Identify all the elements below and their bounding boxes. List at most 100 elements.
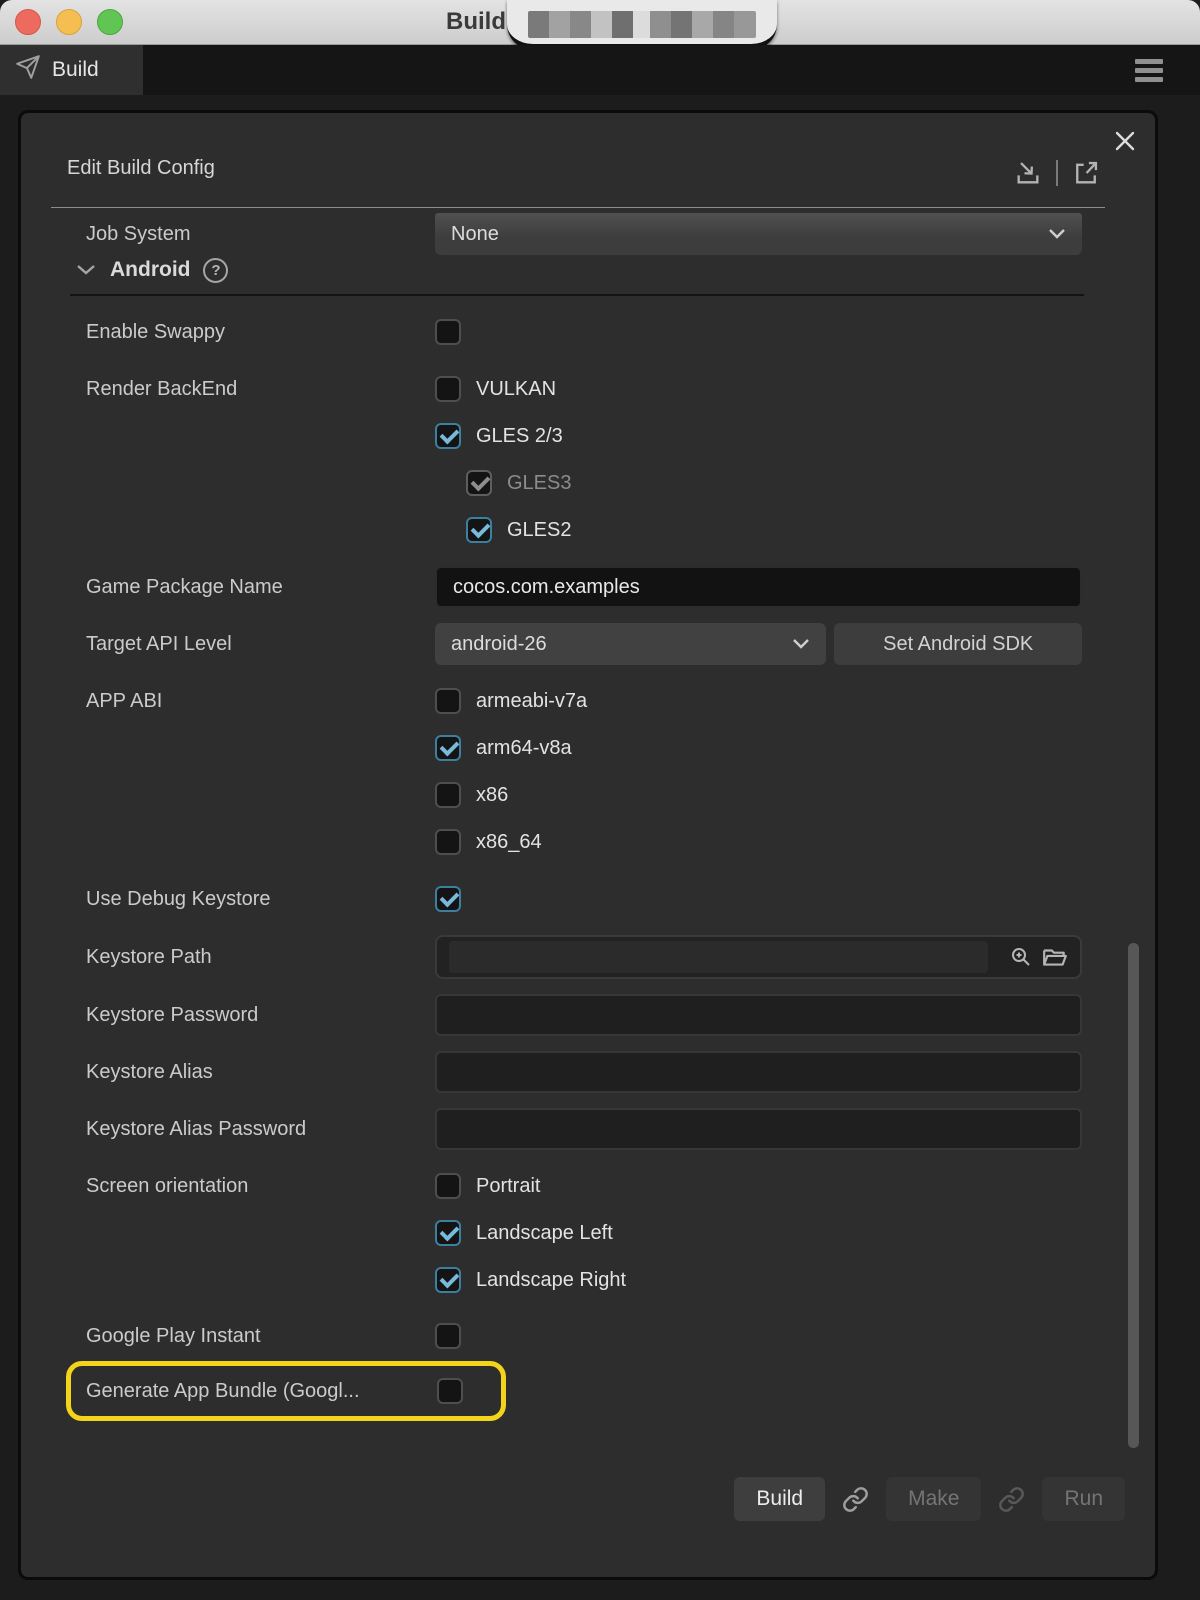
- scrollbar-thumb[interactable]: [1128, 943, 1139, 1448]
- keystore-alias-label: Keystore Alias: [86, 1061, 435, 1084]
- set-android-sdk-button[interactable]: Set Android SDK: [834, 623, 1082, 665]
- panel-tabbar: Build: [0, 45, 1200, 95]
- search-icon[interactable]: [1009, 945, 1033, 969]
- window-title: Build: [446, 8, 506, 36]
- tab-build[interactable]: Build: [0, 45, 143, 95]
- option-landscape-left: Landscape Left: [435, 1220, 613, 1246]
- job-system-value: None: [451, 223, 499, 246]
- checkbox-x86[interactable]: [435, 782, 461, 808]
- keystore-alias-input[interactable]: [435, 1051, 1082, 1093]
- keystore-password-label: Keystore Password: [86, 1004, 435, 1027]
- dialog-content: Job System None Android ? Enabl: [21, 208, 1155, 1421]
- option-x86: x86: [435, 782, 508, 808]
- checkbox-use-debug-keystore[interactable]: [435, 886, 461, 912]
- row-screen-orientation: Screen orientation Portrait Landscape Le…: [86, 1173, 1100, 1293]
- android-section-divider: [70, 294, 1084, 296]
- option-armeabi-v7a: armeabi-v7a: [435, 688, 587, 714]
- game-package-name-input[interactable]: [435, 566, 1082, 608]
- row-keystore-password: Keystore Password: [86, 994, 1100, 1036]
- folder-icon[interactable]: [1042, 945, 1068, 969]
- header-separator: [1056, 160, 1058, 186]
- checkbox-gles23[interactable]: [435, 423, 461, 449]
- option-gles2: GLES2: [466, 517, 571, 543]
- checkbox-enable-swappy[interactable]: [435, 319, 461, 345]
- checkbox-landscape-left[interactable]: [435, 1220, 461, 1246]
- dialog-header: Edit Build Config: [21, 113, 1155, 207]
- checkbox-gles2[interactable]: [466, 517, 492, 543]
- target-api-level-label: Target API Level: [86, 633, 435, 656]
- help-icon[interactable]: ?: [203, 258, 228, 283]
- generate-app-bundle-label: Generate App Bundle (Googl...: [86, 1380, 435, 1403]
- row-google-play-instant: Google Play Instant: [86, 1323, 1100, 1349]
- checkbox-generate-app-bundle[interactable]: [437, 1378, 463, 1404]
- row-keystore-alias-password: Keystore Alias Password: [86, 1108, 1100, 1150]
- keystore-alias-password-input[interactable]: [435, 1108, 1082, 1150]
- highlight-annotation: Generate App Bundle (Googl...: [66, 1361, 506, 1421]
- paper-plane-icon: [15, 54, 41, 86]
- run-button[interactable]: Run: [1042, 1477, 1125, 1521]
- checkbox-gles3: [466, 470, 492, 496]
- app-window: Build Build Edit Build Config: [0, 0, 1200, 1600]
- chevron-down-icon: [792, 638, 810, 650]
- close-window-button[interactable]: [15, 9, 41, 35]
- target-api-select[interactable]: android-26: [435, 623, 826, 665]
- row-game-package-name: Game Package Name: [86, 566, 1100, 608]
- chevron-down-icon: [1048, 228, 1066, 240]
- keystore-alias-password-label: Keystore Alias Password: [86, 1118, 435, 1141]
- row-enable-swappy: Enable Swappy: [86, 319, 1100, 345]
- google-play-instant-label: Google Play Instant: [86, 1325, 435, 1348]
- app-abi-label: APP ABI: [86, 688, 435, 714]
- menu-icon[interactable]: [1135, 59, 1163, 86]
- redacted-project-name: [507, 0, 777, 50]
- make-button[interactable]: Make: [886, 1477, 981, 1521]
- checkbox-x86-64[interactable]: [435, 829, 461, 855]
- target-api-value: android-26: [451, 633, 547, 656]
- keystore-path-field: [435, 935, 1082, 979]
- tab-build-label: Build: [52, 58, 99, 82]
- option-x86-64: x86_64: [435, 829, 542, 855]
- render-backend-label: Render BackEnd: [86, 376, 435, 402]
- use-debug-keystore-label: Use Debug Keystore: [86, 888, 435, 911]
- row-keystore-alias: Keystore Alias: [86, 1051, 1100, 1093]
- redacted-pixels: [528, 11, 756, 38]
- link-icon[interactable]: [842, 1486, 869, 1513]
- build-button[interactable]: Build: [734, 1477, 825, 1521]
- game-package-name-label: Game Package Name: [86, 576, 435, 599]
- row-use-debug-keystore: Use Debug Keystore: [86, 886, 1100, 912]
- enable-swappy-label: Enable Swappy: [86, 321, 435, 344]
- option-vulkan: VULKAN: [435, 376, 556, 402]
- link-icon-disabled: [998, 1486, 1025, 1513]
- job-system-select[interactable]: None: [435, 213, 1082, 255]
- option-landscape-right: Landscape Right: [435, 1267, 626, 1293]
- dialog-title: Edit Build Config: [67, 157, 215, 180]
- edit-build-config-dialog: Edit Build Config Job System: [18, 110, 1158, 1580]
- row-target-api-level: Target API Level android-26 Set Android …: [86, 623, 1100, 665]
- window-titlebar: Build: [0, 0, 1200, 45]
- collapse-chevron-icon[interactable]: [75, 263, 97, 277]
- screen-orientation-label: Screen orientation: [86, 1173, 435, 1199]
- android-section-title: Android: [110, 258, 190, 282]
- checkbox-armeabi-v7a[interactable]: [435, 688, 461, 714]
- option-arm64-v8a: arm64-v8a: [435, 735, 572, 761]
- zoom-window-button[interactable]: [97, 9, 123, 35]
- keystore-path-label: Keystore Path: [86, 946, 435, 969]
- export-config-icon[interactable]: [1072, 158, 1100, 188]
- dialog-footer: Build Make Run: [734, 1477, 1125, 1521]
- row-keystore-path: Keystore Path: [86, 935, 1100, 979]
- keystore-path-input[interactable]: [449, 941, 988, 973]
- minimize-window-button[interactable]: [56, 9, 82, 35]
- checkbox-portrait[interactable]: [435, 1173, 461, 1199]
- checkbox-vulkan[interactable]: [435, 376, 461, 402]
- android-section-header: Android ?: [75, 255, 1100, 285]
- job-system-label: Job System: [86, 223, 435, 246]
- checkbox-landscape-right[interactable]: [435, 1267, 461, 1293]
- option-gles23: GLES 2/3: [435, 423, 563, 449]
- checkbox-arm64-v8a[interactable]: [435, 735, 461, 761]
- row-job-system: Job System None: [86, 213, 1100, 255]
- row-render-backend: Render BackEnd VULKAN GLES 2/3 GLES3: [86, 376, 1100, 543]
- row-app-abi: APP ABI armeabi-v7a arm64-v8a x86: [86, 688, 1100, 855]
- import-config-icon[interactable]: [1014, 158, 1042, 188]
- keystore-password-input[interactable]: [435, 994, 1082, 1036]
- option-portrait: Portrait: [435, 1173, 540, 1199]
- checkbox-google-play-instant[interactable]: [435, 1323, 461, 1349]
